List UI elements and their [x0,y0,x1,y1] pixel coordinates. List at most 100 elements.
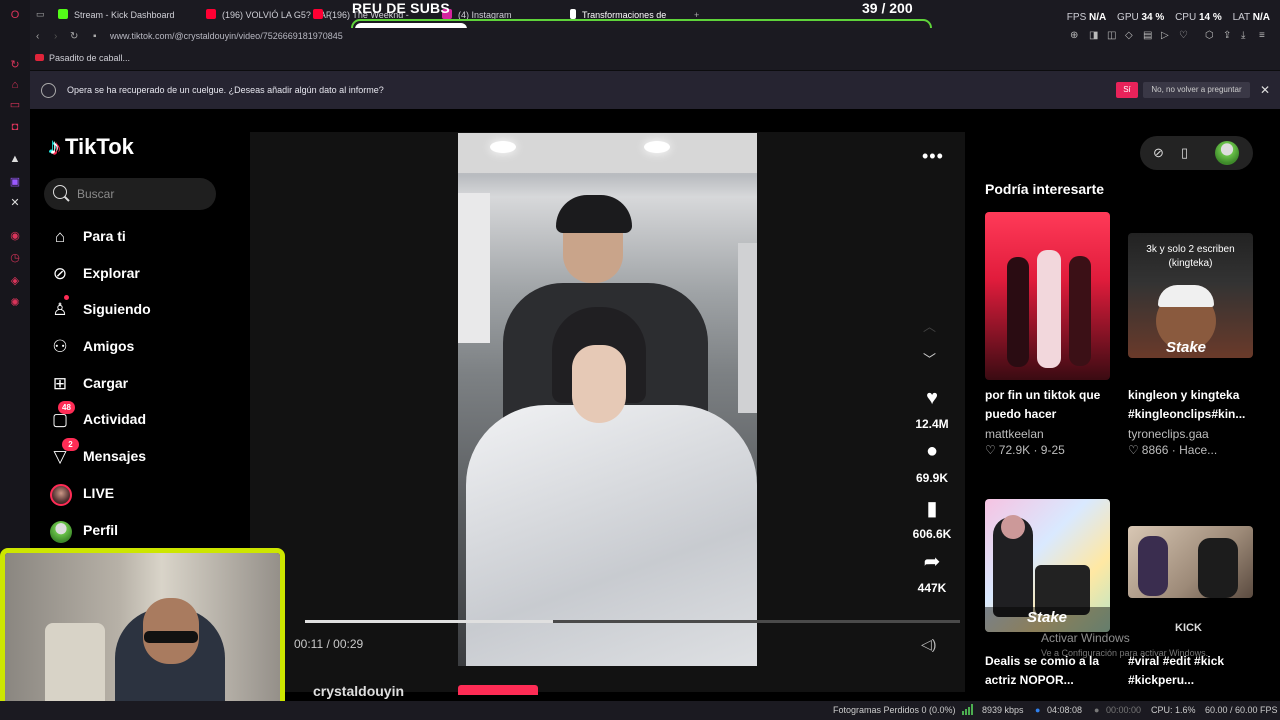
lock-icon: ▪ [93,31,97,42]
bookmark-icon[interactable]: ▮ [918,496,946,521]
comment-count: 69.9K [915,471,949,485]
phone-icon[interactable]: ▯ [1181,145,1188,161]
nav-item-explorar[interactable]: ⊘ Explorar [48,261,228,287]
stake-logo: Stake [1027,609,1068,626]
card-title[interactable]: por fin un tiktok que puedo hacer [985,386,1113,424]
nav-item-live[interactable]: LIVE [48,481,228,507]
chevron-down-icon[interactable]: ﹀ [923,349,936,368]
nav-item-perfil[interactable]: Perfil [48,518,228,544]
video-ceiling [458,133,757,173]
video-cabinet [738,243,757,413]
share-icon[interactable]: ➦ [918,549,946,574]
card-title[interactable]: kingleon y kingteka #kingleonclips#kin..… [1128,386,1256,424]
tab-kick-dashboard[interactable]: Stream - Kick Dashboard [58,6,198,24]
youtube-favicon-icon [313,9,323,19]
video-cabinet [458,193,490,343]
card-meta: ♡ 8866 · Hace... [1128,443,1218,457]
bitrate: 8939 kbps [982,705,1024,715]
following-icon: ♙ [52,300,68,319]
compass-icon: ⊘ [52,264,68,283]
search-input[interactable] [44,178,216,210]
sidebar-arrow-icon[interactable]: ▲ [8,152,22,166]
suggestions-title: Podría interesarte [985,181,1105,197]
back-icon[interactable]: ‹ [36,31,39,42]
nav-item-mensajes[interactable]: ▽ 2 Mensajes [48,438,228,470]
sidebar-messenger-icon[interactable]: ◘ [8,120,22,134]
youtube-favicon-icon [206,9,216,19]
video-hairdresser-hair [556,195,632,233]
nav-item-siguiendo[interactable]: ♙ Siguiendo [48,295,228,323]
sidebar-settings-icon[interactable]: ✺ [8,296,22,310]
signal-icon [962,704,973,715]
card-user[interactable]: tyroneclips.gaa [1128,427,1209,441]
sidebar-history-icon[interactable]: ◷ [8,251,22,265]
suggested-video-thumb[interactable]: 3k y solo 2 escriben (kingteka) Stake [1128,233,1253,358]
opera-logo-icon[interactable]: O [8,8,22,22]
more-options-icon[interactable]: ••• [922,146,944,167]
card-user[interactable]: mattkeelan [985,427,1044,441]
status-fps: 60.00 / 60.00 FPS [1205,705,1278,715]
bookmark-icon[interactable]: ◨ [1089,30,1098,41]
close-icon[interactable]: ✕ [1260,83,1270,97]
tiktok-favicon-icon [570,9,576,19]
tiktok-logo[interactable]: ♪ TikTok [49,134,134,160]
download-icon[interactable]: ⤓ [1241,30,1245,41]
stake-logo: Stake [1166,339,1207,356]
suggested-video-thumb[interactable] [985,212,1110,380]
save-count: 606.6K [912,527,952,541]
menu-icon[interactable]: ≡ [1259,30,1265,41]
sidebar-bag-icon[interactable]: ⌂ [8,78,22,92]
tab-manager-icon[interactable]: ▭ [36,5,45,23]
crash-yes-button[interactable]: Sí [1116,82,1138,98]
stream-dot-icon: ● [1035,705,1041,715]
sidebar-twitch-icon[interactable]: ▣ [8,175,22,189]
volume-icon[interactable]: ◁) [921,636,936,653]
sidebar-chat-icon[interactable]: ▭ [8,98,22,112]
webcam-sunglasses [144,631,198,643]
tab-youtube-1[interactable]: (196) VOLVIÓ LA G5? CAF [206,6,330,24]
suggested-video-thumb[interactable]: Stake [985,499,1110,632]
follow-button[interactable] [458,685,538,695]
address-input[interactable]: www.tiktok.com/@crystaldouyin/video/7526… [110,31,343,41]
heart-icon[interactable]: ♡ [1179,30,1188,41]
video-light [490,141,516,153]
video-cape [466,405,757,666]
shield-icon[interactable]: ◇ [1125,30,1133,41]
camera-icon[interactable]: ◫ [1107,30,1116,41]
chevron-up-icon[interactable]: ︿ [923,316,936,335]
sidebar-player-icon[interactable]: ◉ [8,229,22,243]
obs-status-bar [0,701,1280,720]
reload-icon[interactable]: ↻ [70,31,78,42]
wallet-icon[interactable]: ▤ [1143,30,1152,41]
compass-icon[interactable]: ⊘ [1153,145,1164,161]
profile-avatar[interactable] [1215,141,1239,165]
like-icon[interactable]: ♥ [918,387,946,410]
zoom-icon[interactable]: ⊕ [1070,30,1078,41]
video-author[interactable]: crystaldouyin [313,683,404,699]
video-progress-fill [305,620,553,623]
video-client-face [572,345,626,423]
suggested-video-thumb[interactable] [1128,526,1253,598]
nav-item-actividad[interactable]: ▢ 48 Actividad [48,401,228,433]
nav-item-cargar[interactable]: ⊞ Cargar [48,371,228,397]
performance-stats: FPS N/A GPU 34 % CPU 14 % LAT N/A [1066,12,1270,23]
bookmark-item[interactable]: Pasadito de caball... [35,53,130,63]
status-cpu: CPU: 1.6% [1151,705,1196,715]
extensions-icon[interactable]: ⬡ [1205,30,1214,41]
nav-item-amigos[interactable]: ⚇ Amigos [48,334,228,360]
crash-no-button[interactable]: No, no volver a preguntar [1143,82,1250,98]
like-count: 12.4M [915,417,949,431]
sidebar-refresh-icon[interactable]: ↻ [8,58,22,72]
sidebar-x-icon[interactable]: ✕ [8,196,22,210]
nav-item-para-ti[interactable]: ⌂ Para ti [48,224,228,250]
video-player[interactable] [458,133,757,666]
forward-icon[interactable]: › [54,31,57,42]
share-count: 447K [917,581,947,595]
crash-message: Opera se ha recuperado de un cuelgue. ¿D… [67,85,384,95]
share-icon[interactable]: ⇪ [1223,30,1231,41]
comment-icon[interactable]: ● [918,440,946,463]
opera-info-icon [41,83,56,98]
youtube-favicon-icon [35,54,44,61]
sidebar-cube-icon[interactable]: ◈ [8,274,22,288]
play-icon[interactable]: ▷ [1161,30,1169,41]
